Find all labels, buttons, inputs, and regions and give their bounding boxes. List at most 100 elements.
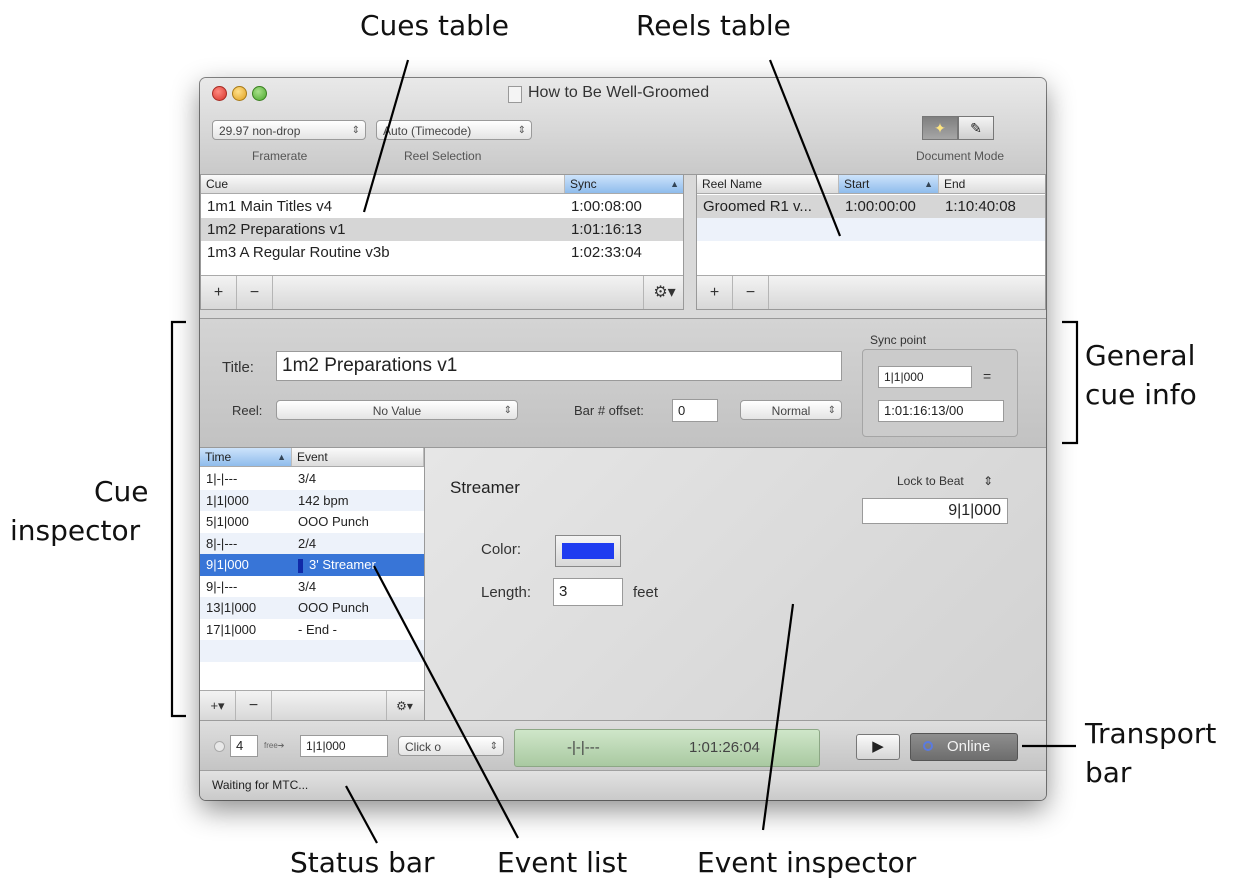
reel-value: No Value [372,404,422,418]
event-time: 17|1|000 [206,621,257,637]
cue-sync: 1:01:16:13 [571,221,642,238]
event-inspector-callout: Event inspector [697,846,917,879]
reel-label: Reel: [232,403,263,418]
sync-equals: = [983,368,992,384]
streamer-color-swatch [298,558,303,573]
sync-timecode-input[interactable]: 1:01:16:13/00 [878,400,1004,422]
bar-offset-label: Bar # offset: [574,403,644,418]
length-label: Length: [481,584,532,601]
empty-row [200,640,424,662]
toolbar: How to Be Well-Groomed 29.97 non-drop ⇕ … [200,78,1046,175]
event-desc-text: 3' Streamer [309,557,376,572]
table-row[interactable]: Groomed R1 v... 1:00:00:00 1:10:40:08 [697,195,1045,218]
reel-name: Groomed R1 v... [703,198,812,215]
col-header-event[interactable]: Event [292,448,424,466]
general-cue-info-callout-line2: cue info [1085,378,1197,411]
list-item[interactable]: 9|-|--- 3/4 [200,576,424,598]
minimize-button[interactable] [232,86,247,101]
mode-popup[interactable]: Normal ⇕ [740,400,842,420]
color-well[interactable] [555,535,621,567]
col-header-time[interactable]: Time ▲ [200,448,292,466]
count-in-input[interactable]: 4 [230,735,258,757]
empty-row [697,218,1045,241]
col-header-cue[interactable]: Cue [201,175,565,193]
list-item[interactable]: 1|-|--- 3/4 [200,468,424,490]
table-row[interactable]: 1m2 Preparations v1 1:01:16:13 [201,218,683,241]
list-item[interactable]: 13|1|000 OOO Punch [200,597,424,619]
close-button[interactable] [212,86,227,101]
sync-point-box: 1|1|000 = 1:01:16:13/00 [862,349,1018,437]
cue-sync: 1:02:33:04 [571,244,642,261]
event-desc: 3/4 [298,471,317,486]
cue-sync: 1:00:08:00 [571,198,642,215]
general-cue-info-bracket [1062,320,1079,445]
list-item[interactable]: 17|1|000 - End - [200,619,424,641]
lock-position-input[interactable]: 9|1|000 [862,498,1008,524]
add-reel-button[interactable]: + [697,276,733,309]
title-input[interactable]: 1m2 Preparations v1 [276,351,842,381]
remove-reel-button[interactable]: − [733,276,769,309]
col-header-end[interactable]: End [939,175,1045,193]
add-event-button[interactable]: +▾ [200,691,236,721]
lcd-timecode: 1:01:26:04 [689,739,760,756]
framerate-popup[interactable]: 29.97 non-drop ⇕ [212,120,366,140]
length-input[interactable]: 3 [553,578,623,606]
table-row[interactable]: 1m3 A Regular Routine v3b 1:02:33:04 [201,241,683,264]
list-item[interactable]: 1|1|000 142 bpm [200,489,424,511]
col-header-sync-label: Sync [570,177,597,191]
sort-ascending-icon: ▲ [670,179,679,189]
cue-action-gear-icon[interactable]: ⚙▾ [643,276,683,309]
reel-selection-value: Auto (Timecode) [383,124,472,138]
event-desc: OOO Punch [298,600,369,615]
online-status-icon [923,741,933,751]
count-in-radio[interactable] [214,741,225,752]
wand-mode-button[interactable]: ✦ [922,116,958,140]
event-list-footer: +▾ − ⚙▾ [200,690,424,721]
status-bar: Waiting for MTC... [200,770,1046,800]
lock-to-beat-label: Lock to Beat [897,474,964,488]
col-header-start[interactable]: Start ▲ [839,175,939,193]
reels-table-header: Reel Name Start ▲ End [697,175,1045,194]
col-header-time-label: Time [205,450,232,464]
general-cue-info-callout-line1: General [1085,339,1196,372]
remove-event-button[interactable]: − [236,691,272,721]
event-desc: 3' Streamer [292,554,376,575]
online-button[interactable]: Online [910,733,1018,761]
event-time: 9|-|--- [206,578,238,594]
list-item[interactable]: 8|-|--- 2/4 [200,532,424,554]
bar-offset-input[interactable]: 0 [672,399,718,422]
color-label: Color: [481,541,522,558]
col-header-sync[interactable]: Sync ▲ [565,175,683,193]
popup-arrows-icon: ⇕ [503,405,512,416]
status-text: Waiting for MTC... [212,778,309,792]
list-item[interactable]: 9|1|000 3' Streamer [200,554,424,576]
play-button[interactable]: ▶ [856,734,900,760]
reel-end: 1:10:40:08 [945,198,1016,215]
zoom-button[interactable] [252,86,267,101]
lock-to-beat-popup[interactable]: Lock to Beat ⇕ [897,474,993,488]
popup-arrows-icon: ⇕ [827,405,836,416]
col-header-reel-name[interactable]: Reel Name [697,175,839,193]
cue-name: 1m1 Main Titles v4 [207,198,333,215]
mode-value: Normal [771,404,811,418]
online-label: Online [947,738,991,755]
add-cue-button[interactable]: + [201,276,237,309]
event-list-header: Time ▲ Event [200,448,424,467]
list-item[interactable]: 5|1|000 OOO Punch [200,511,424,533]
reels-table: Reel Name Start ▲ End Groomed R1 v... 1:… [696,174,1046,310]
event-action-gear-icon[interactable]: ⚙▾ [386,691,422,721]
sync-bar-input[interactable]: 1|1|000 [878,366,972,388]
reel-popup[interactable]: No Value ⇕ [276,400,518,420]
pencil-mode-button[interactable]: ✎ [958,116,994,140]
position-input[interactable]: 1|1|000 [300,735,388,757]
click-popup[interactable]: Click o ⇕ [398,736,504,756]
table-row[interactable]: 1m1 Main Titles v4 1:00:08:00 [201,195,683,218]
reel-selection-popup[interactable]: Auto (Timecode) ⇕ [376,120,532,140]
event-time: 1|-|--- [206,471,238,486]
click-value: Click o [405,740,442,754]
count-label: free➔ [264,741,285,750]
remove-cue-button[interactable]: − [237,276,273,309]
status-bar-callout: Status bar [290,846,435,879]
transport-bar: 4 free➔ 1|1|000 Click o ⇕ -|-|--- 1:01:2… [200,720,1046,771]
cue-name: 1m2 Preparations v1 [207,221,346,238]
